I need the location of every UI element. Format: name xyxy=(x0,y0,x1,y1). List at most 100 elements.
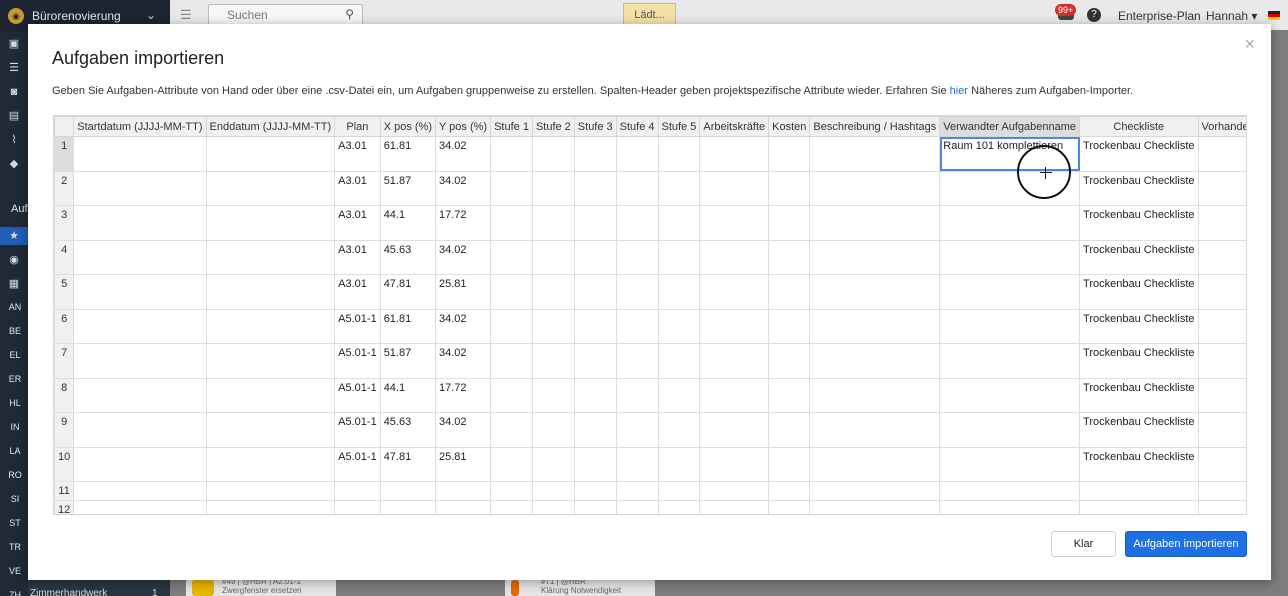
dashboard-icon[interactable]: ▣ xyxy=(6,37,22,51)
grid-cell[interactable]: 61.81 xyxy=(379,308,436,344)
grid-cell[interactable]: Trockenbau Checkliste xyxy=(1079,377,1199,413)
grid-cell[interactable]: 25.81 xyxy=(434,446,492,482)
grid-cell[interactable]: Trockenbau Checkliste xyxy=(1079,308,1199,344)
grid-cell[interactable] xyxy=(939,377,1081,413)
grid-cell[interactable] xyxy=(939,274,1081,310)
import-tasks-button[interactable]: Aufgaben importieren xyxy=(1125,531,1247,557)
grid-cell[interactable] xyxy=(939,239,1081,275)
grid-cell[interactable] xyxy=(73,308,207,344)
sidebar-trade-er[interactable]: ER xyxy=(5,372,25,386)
grid-cell[interactable]: 45.63 xyxy=(379,412,436,448)
grid-cell[interactable] xyxy=(1197,343,1246,379)
grid-cell[interactable] xyxy=(615,205,659,241)
grid-cell[interactable]: Trockenbau Checkliste xyxy=(1079,170,1199,206)
help-icon[interactable]: ? xyxy=(1087,8,1101,22)
grid-cell[interactable]: Trockenbau Checkliste xyxy=(1079,239,1199,275)
grid-cell[interactable] xyxy=(809,136,941,172)
grid-cell[interactable] xyxy=(490,446,533,482)
grid-cell[interactable] xyxy=(768,170,811,206)
grid-cell[interactable] xyxy=(768,136,811,172)
grid-cell[interactable] xyxy=(657,412,701,448)
grid-cell[interactable] xyxy=(615,377,659,413)
column-header[interactable]: Y pos (%) xyxy=(434,116,492,137)
column-header[interactable]: Stufe 1 xyxy=(490,116,533,137)
grid-cell[interactable] xyxy=(573,205,617,241)
grid-cell[interactable] xyxy=(205,239,336,275)
grid-cell[interactable] xyxy=(657,205,701,241)
grid-cell[interactable] xyxy=(205,500,336,514)
grid-cell[interactable]: 34.02 xyxy=(434,308,492,344)
grid-cell[interactable] xyxy=(205,446,336,482)
grid-cell[interactable] xyxy=(657,274,701,310)
column-header[interactable]: Stufe 3 xyxy=(573,116,617,137)
grid-cell[interactable] xyxy=(615,170,659,206)
grid-cell[interactable] xyxy=(334,500,381,514)
grid-cell[interactable] xyxy=(768,343,811,379)
grid-cell[interactable] xyxy=(531,343,575,379)
grid-cell[interactable] xyxy=(699,170,770,206)
grid-cell[interactable]: 34.02 xyxy=(434,136,492,172)
grid-cell[interactable] xyxy=(939,500,1081,514)
column-header[interactable]: Enddatum (JJJJ-MM-TT) xyxy=(205,116,336,137)
grid-cell[interactable] xyxy=(699,205,770,241)
row-number[interactable]: 4 xyxy=(54,239,75,275)
grid-cell[interactable] xyxy=(205,136,336,172)
grid-cell[interactable] xyxy=(699,377,770,413)
grid-cell[interactable] xyxy=(1197,500,1246,514)
grid-cell[interactable] xyxy=(73,500,207,514)
grid-cell[interactable] xyxy=(531,170,575,206)
chevron-down-icon[interactable]: ⌄ xyxy=(146,8,156,22)
grid-cell[interactable]: 47.81 xyxy=(379,274,436,310)
grid-cell[interactable] xyxy=(699,274,770,310)
column-header[interactable]: Arbeitskräfte xyxy=(699,116,770,137)
grid-cell[interactable] xyxy=(615,274,659,310)
clear-button[interactable]: Klar xyxy=(1051,531,1116,557)
grid-cell[interactable]: A3.01 xyxy=(334,205,381,241)
sidebar-trade-st[interactable]: ST xyxy=(5,516,25,530)
grid-cell[interactable] xyxy=(73,446,207,482)
grid-cell[interactable] xyxy=(573,274,617,310)
search-input[interactable] xyxy=(209,5,329,25)
row-number[interactable]: 8 xyxy=(54,377,75,413)
grid-cell[interactable] xyxy=(615,343,659,379)
grid-cell[interactable] xyxy=(205,377,336,413)
grid-cell[interactable] xyxy=(615,308,659,344)
grid-cell[interactable] xyxy=(531,274,575,310)
grid-cell[interactable]: Trockenbau Checkliste xyxy=(1079,136,1199,172)
grid-cell[interactable] xyxy=(531,500,575,514)
grid-cell[interactable] xyxy=(657,446,701,482)
learn-more-link[interactable]: hier xyxy=(950,85,968,97)
german-flag-icon[interactable] xyxy=(1268,11,1280,20)
search-icon[interactable]: ⚲ xyxy=(345,7,354,21)
grid-cell[interactable] xyxy=(939,308,1081,344)
grid-cell[interactable] xyxy=(490,481,533,501)
sidebar-trade-ve[interactable]: VE xyxy=(5,564,25,578)
grid-cell[interactable] xyxy=(615,500,659,514)
grid-cell[interactable] xyxy=(615,481,659,501)
grid-cell[interactable]: 47.81 xyxy=(379,446,436,482)
column-header[interactable]: X pos (%) xyxy=(379,116,436,137)
search-box[interactable]: ⚲ xyxy=(208,4,363,26)
grid-cell[interactable] xyxy=(657,239,701,275)
column-header[interactable]: Kosten xyxy=(768,116,811,137)
grid-cell[interactable] xyxy=(73,136,207,172)
grid-cell[interactable] xyxy=(1079,481,1199,501)
grid-cell[interactable] xyxy=(205,170,336,206)
grid-cell[interactable] xyxy=(768,239,811,275)
sidebar-trade-el[interactable]: EL xyxy=(5,348,25,362)
grid-cell[interactable] xyxy=(205,308,336,344)
grid-cell[interactable] xyxy=(768,412,811,448)
user-menu[interactable]: Hannah ▾ xyxy=(1206,9,1257,23)
menu-icon[interactable]: ☰ xyxy=(180,7,192,23)
grid-cell[interactable] xyxy=(531,377,575,413)
grid-cell[interactable] xyxy=(809,343,941,379)
grid-cell[interactable] xyxy=(699,500,770,514)
grid-cell[interactable] xyxy=(657,343,701,379)
clipboard-icon[interactable]: ▤ xyxy=(6,109,22,123)
grid-cell[interactable] xyxy=(615,239,659,275)
grid-cell[interactable] xyxy=(657,136,701,172)
sidebar-trade-tr[interactable]: TR xyxy=(5,540,25,554)
grid-cell[interactable] xyxy=(490,412,533,448)
grid-cell[interactable]: 61.81 xyxy=(379,136,436,172)
grid-cell[interactable] xyxy=(768,500,811,514)
